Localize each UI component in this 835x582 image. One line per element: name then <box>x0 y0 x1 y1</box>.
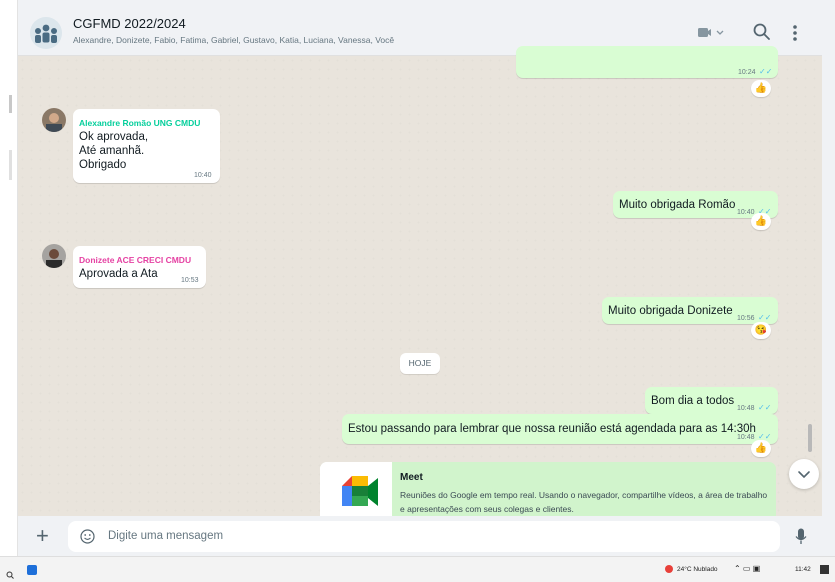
message-line: Obrigado <box>79 159 127 171</box>
group-avatar-icon[interactable] <box>30 17 62 49</box>
message-outgoing[interactable]: Estou passando para lembrar que nossa re… <box>342 414 778 444</box>
message-time: 10:53 <box>181 277 199 284</box>
reaction-badge[interactable]: 👍 <box>751 213 771 230</box>
google-meet-logo-icon <box>320 462 392 522</box>
search-icon[interactable] <box>6 566 14 579</box>
message-incoming[interactable]: Donizete ACE CRECI CMDU Aprovada a Ata 1… <box>73 246 206 288</box>
message-time: 10:24 <box>738 69 756 76</box>
message-text: Muito obrigada Romão <box>619 199 736 211</box>
scrollbar[interactable] <box>808 424 812 452</box>
message-outgoing[interactable]: Muito obrigada Donizete 10:56 ✓✓ <box>602 297 778 324</box>
weather-icon[interactable] <box>664 561 674 573</box>
message-text: Muito obrigada Donizete <box>608 305 733 317</box>
link-preview-card[interactable]: Meet Reuniões do Google em tempo real. U… <box>320 462 776 522</box>
chat-members[interactable]: Alexandre, Donizete, Fabio, Fatima, Gabr… <box>73 35 394 45</box>
chat-title[interactable]: CGFMD 2022/2024 <box>73 16 186 31</box>
message-line: Até amanhã. <box>79 145 145 157</box>
composer-bar: + Digite uma mensagem <box>18 516 822 556</box>
emoji-icon[interactable] <box>80 529 95 544</box>
sender-name[interactable]: Donizete ACE CRECI CMDU <box>79 253 191 267</box>
reaction-badge[interactable]: 😘 <box>751 322 771 339</box>
link-preview-title: Meet <box>400 472 423 483</box>
clock[interactable]: 11:42 <box>795 566 811 573</box>
message-line: Ok aprovada, <box>79 131 149 143</box>
left-window-strip <box>0 0 18 556</box>
message-outgoing[interactable]: 10:24 ✓✓ <box>516 46 778 78</box>
read-ticks-icon: ✓✓ <box>759 67 773 76</box>
message-time: 10:56 <box>737 315 755 322</box>
link-preview-description: Reuniões do Google em tempo real. Usando… <box>400 490 768 514</box>
mic-icon[interactable] <box>795 528 807 546</box>
message-text: Bom dia a todos <box>651 395 735 407</box>
reaction-badge[interactable]: 👍 <box>751 440 771 457</box>
scroll-down-icon[interactable] <box>789 459 819 489</box>
system-tray-icons[interactable]: ⌃ ▭ ▣ <box>734 564 760 573</box>
whatsapp-app: CGFMD 2022/2024 Alexandre, Donizete, Fab… <box>18 10 822 556</box>
date-separator: HOJE <box>400 353 440 374</box>
strip-mark <box>9 95 12 113</box>
message-time: 10:40 <box>194 172 212 179</box>
plus-icon[interactable]: + <box>36 525 49 547</box>
message-text: Ok aprovada, Até amanhã. Obrigado <box>79 130 148 172</box>
weather-text[interactable]: 24°C Nublado <box>677 566 718 573</box>
notification-icon[interactable] <box>820 565 829 574</box>
search-icon[interactable] <box>752 22 772 42</box>
menu-icon[interactable] <box>790 22 800 44</box>
avatar[interactable] <box>42 244 66 268</box>
read-ticks-icon: ✓✓ <box>758 403 772 412</box>
avatar[interactable] <box>42 108 66 132</box>
message-text: Estou passando para lembrar que nossa re… <box>348 423 756 435</box>
outlook-app-icon[interactable] <box>27 565 37 575</box>
sender-name[interactable]: Alexandre Romão UNG CMDU <box>79 116 200 130</box>
reaction-badge[interactable]: 👍 <box>751 80 771 97</box>
strip-mark <box>9 150 12 180</box>
message-outgoing[interactable]: Bom dia a todos 10:48 ✓✓ <box>645 387 778 414</box>
message-input[interactable]: Digite uma mensagem <box>68 521 780 552</box>
os-taskbar: 24°C Nublado ⌃ ▭ ▣ 11:42 <box>0 556 835 582</box>
message-input-placeholder[interactable]: Digite uma mensagem <box>108 530 223 542</box>
message-text: Aprovada a Ata <box>79 268 158 280</box>
video-call-icon[interactable] <box>698 25 726 41</box>
message-incoming[interactable]: Alexandre Romão UNG CMDU Ok aprovada, At… <box>73 109 220 183</box>
